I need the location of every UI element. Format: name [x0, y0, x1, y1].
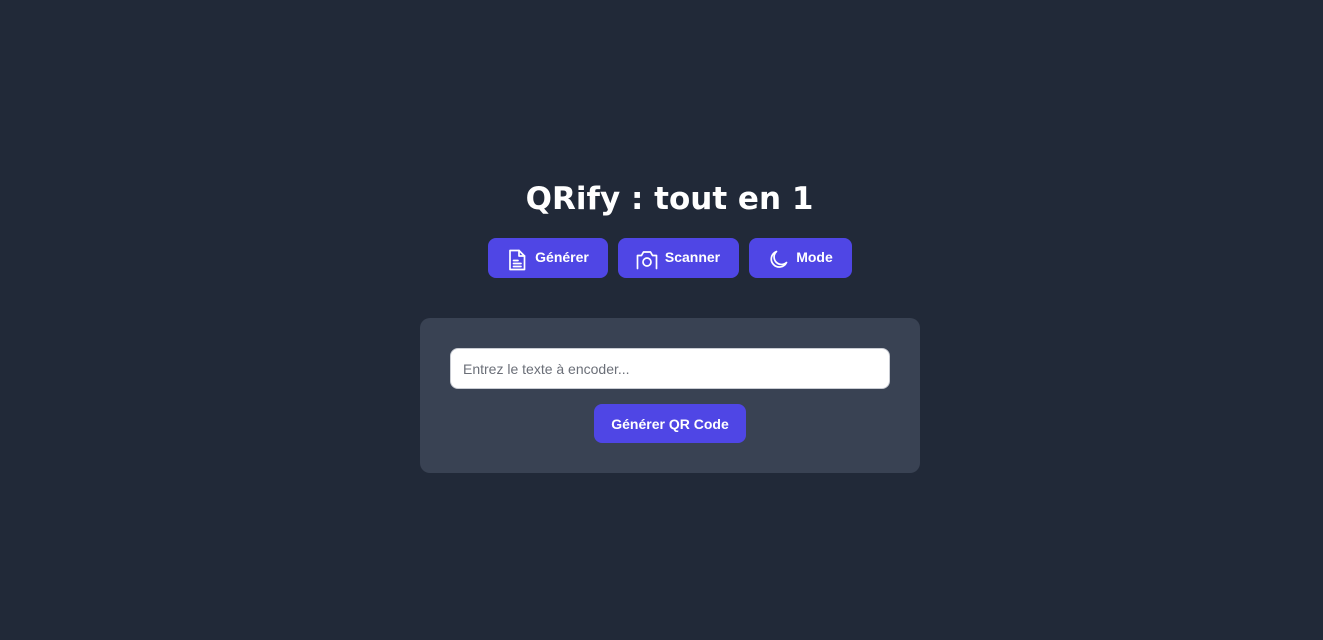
- generate-tab-label: Générer: [535, 248, 589, 265]
- mode-toggle-button[interactable]: Mode: [748, 238, 852, 278]
- file-text-icon: [506, 249, 528, 271]
- generator-card: Générer QR Code: [420, 318, 920, 473]
- main-nav: Générer Scanner Mode: [0, 238, 1323, 278]
- scanner-tab-label: Scanner: [664, 248, 721, 265]
- scanner-tab-button[interactable]: Scanner: [617, 238, 739, 278]
- app-page: QRify : tout en 1 Générer Scanner Mode E…: [0, 0, 1323, 640]
- generate-qr-button[interactable]: Générer QR Code: [594, 404, 746, 443]
- page-title: QRify : tout en 1: [525, 181, 814, 217]
- moon-icon: [767, 249, 789, 271]
- text-to-encode-input[interactable]: [450, 348, 890, 389]
- mode-toggle-label: Mode: [796, 248, 833, 265]
- camera-icon: [636, 249, 658, 271]
- generate-tab-button[interactable]: Générer: [487, 238, 608, 278]
